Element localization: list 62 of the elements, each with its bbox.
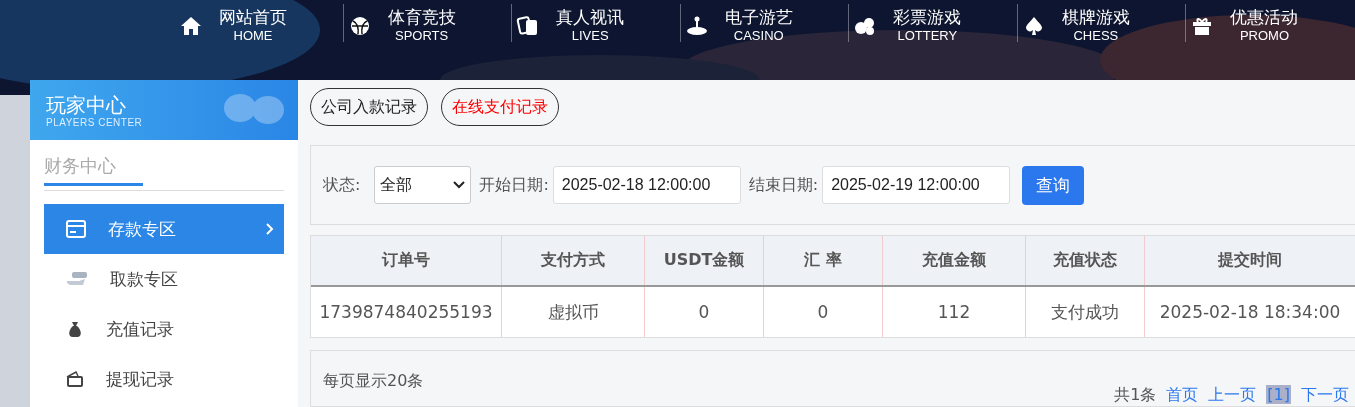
nav-label: 彩票游戏 [893, 6, 962, 27]
nav-item[interactable]: 真人视讯 LIVES [512, 4, 681, 42]
sidebar-item[interactable]: 取款专区 [44, 254, 284, 304]
per-page-text: 每页显示20条 [323, 371, 424, 392]
tab[interactable]: 在线支付记录 [441, 88, 559, 126]
nav-item[interactable]: 棋牌游戏 CHESS [1017, 4, 1187, 42]
sidebar-item[interactable]: 提现记录 [44, 354, 284, 404]
nav-sublabel: LIVES [571, 26, 609, 45]
status-select[interactable]: 全部 [374, 166, 472, 204]
money-bag-icon [66, 320, 84, 338]
nav-label: 真人视讯 [556, 6, 625, 27]
nav-label: 体育竞技 [387, 6, 456, 27]
nav-label: 优惠活动 [1230, 6, 1299, 27]
status-label: 状态: [323, 174, 361, 196]
sidebar-title: 玩家中心 [46, 92, 126, 117]
column-header: 提交时间 [1216, 249, 1283, 271]
sidebar-item[interactable]: 充值记录 [44, 304, 284, 354]
nav-item[interactable]: 网站首页 HOME [175, 4, 344, 42]
page-link[interactable]: 首页 [1166, 385, 1199, 406]
table-cell: 112 [883, 287, 1026, 337]
nav-sublabel: HOME [233, 26, 273, 45]
caret-icon [453, 181, 466, 189]
table-cell: 支付成功 [1026, 287, 1145, 337]
column-header: 汇 率 [764, 236, 883, 285]
table-cell: 虚拟币 [502, 287, 645, 337]
query-button[interactable]: 查询 [1022, 165, 1085, 205]
wallet-icon [66, 371, 84, 387]
chevron-icon [266, 223, 274, 235]
nav-label: 网站首页 [219, 6, 287, 27]
section-title: 财务中心 [44, 150, 143, 186]
column-header: 充值状态 [1026, 236, 1145, 285]
page-link[interactable]: 上一页 [1208, 385, 1257, 406]
column-header: USDT金额 [645, 236, 764, 285]
nav-sublabel: PROMO [1239, 26, 1290, 45]
nav-label: 电子游艺 [724, 6, 793, 27]
page-link[interactable]: 下一页 [1301, 385, 1349, 406]
nav-sublabel: CASINO [733, 26, 784, 45]
column-header: 充值金额 [883, 236, 1026, 285]
nav-item[interactable]: 体育竞技 SPORTS [343, 4, 513, 42]
nav-sublabel: CHESS [1073, 26, 1119, 45]
nav-sublabel: SPORTS [394, 26, 449, 45]
sidebar-subtitle: PLAYERS CENTER [46, 116, 143, 128]
total-count: 共1条 [1114, 385, 1157, 406]
nav-item[interactable]: 优惠活动 PROMO [1186, 4, 1355, 42]
nav-item[interactable]: 电子游艺 CASINO [680, 4, 850, 42]
nav-item[interactable]: 彩票游戏 LOTTERY [849, 4, 1018, 42]
table-cell: 1739874840255193 [311, 287, 502, 337]
table-cell-text: 2025-02-18 18:34:00 [1158, 301, 1342, 324]
table-cell: 0 [645, 287, 764, 337]
hand-icon [66, 271, 88, 287]
card-icon [66, 220, 86, 238]
end-date-field[interactable]: 2025-02-19 12:00:00 [822, 166, 1011, 204]
sidebar-item[interactable]: 存款专区 [44, 204, 284, 254]
end-date-label: 结束日期: [748, 174, 819, 196]
nav-sublabel: LOTTERY [897, 26, 958, 45]
start-date-field[interactable]: 2025-02-18 12:00:00 [552, 166, 741, 204]
tab[interactable]: 公司入款记录 [310, 88, 428, 126]
column-header: 订单号 [311, 236, 502, 285]
column-header: 支付方式 [502, 236, 645, 285]
table-cell: 0 [764, 287, 883, 337]
start-date-label: 开始日期: [479, 174, 549, 196]
nav-label: 棋牌游戏 [1061, 6, 1130, 27]
